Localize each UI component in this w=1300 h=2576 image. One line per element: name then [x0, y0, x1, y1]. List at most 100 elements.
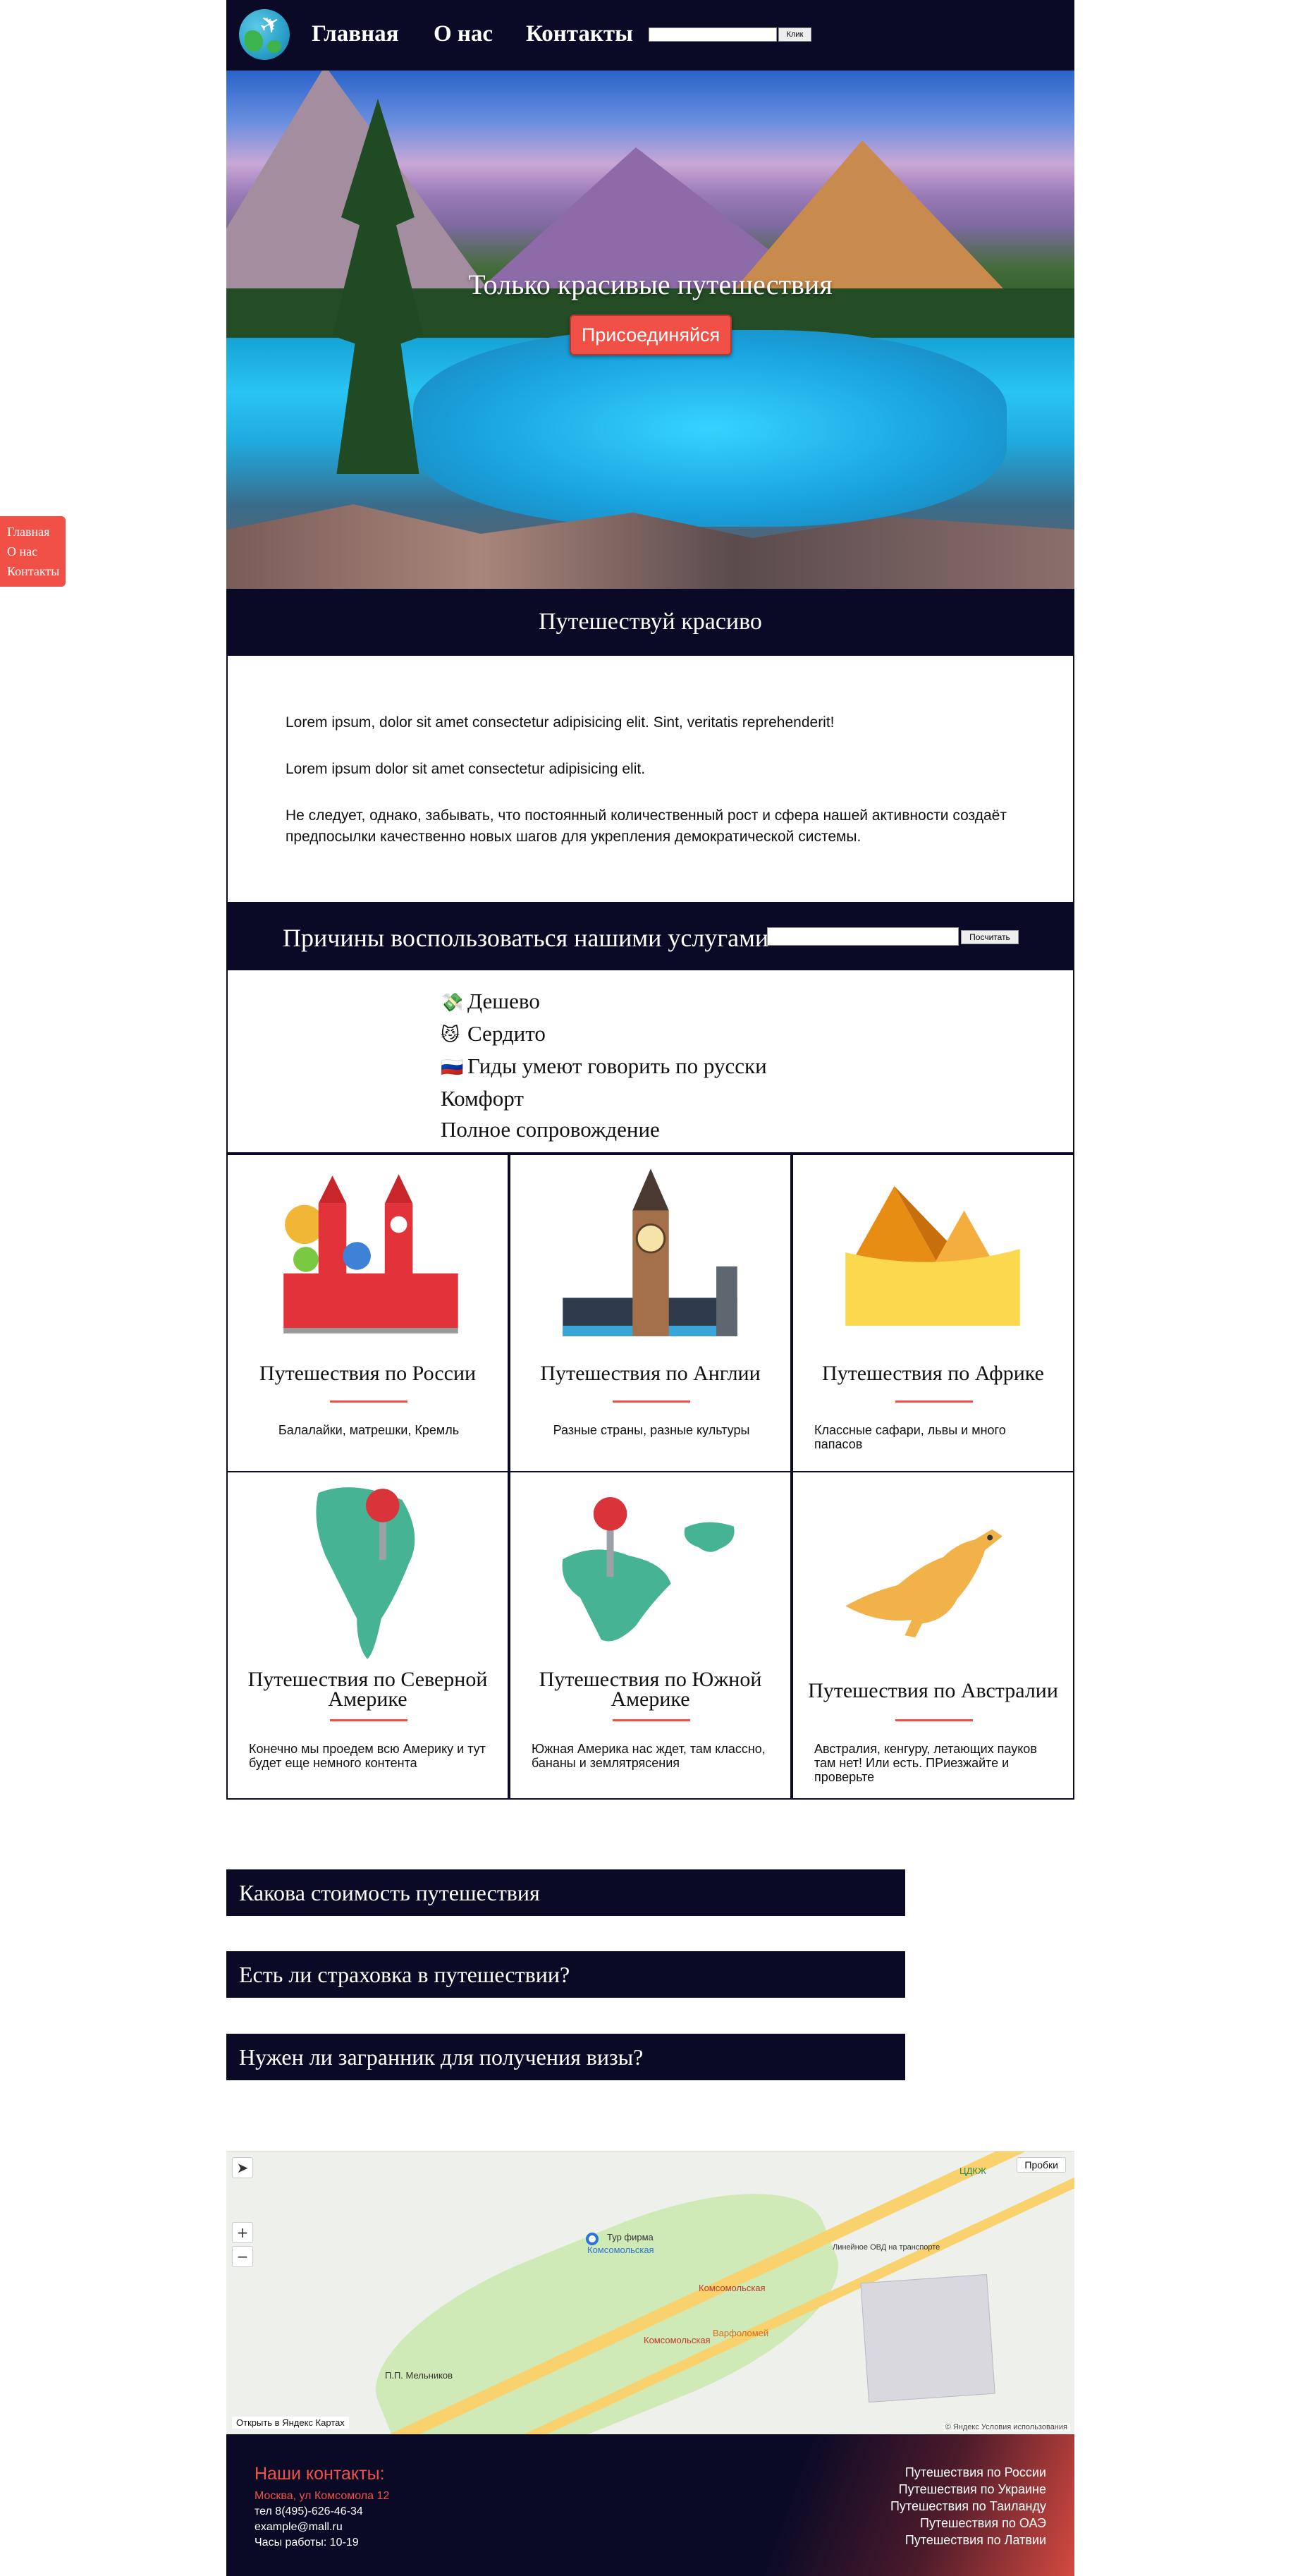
- card-north-america[interactable]: Путешествия по Северной Америке Конечно …: [226, 1471, 509, 1800]
- card-divider: [330, 1400, 407, 1403]
- card-divider: [330, 1719, 407, 1721]
- footer-contacts: Наши контакты: Москва, ул Комсомола 12 т…: [255, 2464, 389, 2551]
- card-title: Путешествия по Северной Америке: [247, 1668, 488, 1711]
- side-menu-home[interactable]: Главная: [7, 522, 59, 542]
- faq-item[interactable]: Какова стоимость путешествия: [226, 1869, 905, 1916]
- reason-label: Сердито: [467, 1021, 546, 1046]
- card-title: Путешествия по России: [259, 1362, 477, 1385]
- traffic-button[interactable]: Пробки: [1017, 2157, 1066, 2173]
- join-button[interactable]: Присоединяйся: [570, 315, 732, 355]
- about-paragraph: Не следует, однако, забывать, что постоя…: [286, 807, 1007, 845]
- about-paragraph: Lorem ipsum dolor sit amet consectetur a…: [286, 761, 646, 777]
- card-description: Австралия, кенгуру, летающих пауков там …: [814, 1742, 1037, 1784]
- reasons-list-box: 💸 Дешево 😼 Сердито 🇷🇺 Гиды умеют говорить п…: [226, 969, 1074, 1154]
- card-description: Балалайки, матрешки, Кремль: [278, 1423, 460, 1437]
- count-input[interactable]: [767, 927, 959, 946]
- russia-flag-icon: 🇷🇺: [441, 1057, 464, 1078]
- about-text-box: Lorem ipsum, dolor sit amet consectetur …: [226, 654, 1074, 903]
- logo-land: [245, 30, 263, 51]
- footer-links: Путешествия по России Путешествия по Укр…: [890, 2464, 1046, 2548]
- reasons-title: Причины воспользоваться нашими услугами: [283, 924, 769, 952]
- reason-label: Дешево: [467, 989, 540, 1013]
- nav-home[interactable]: Главная: [312, 21, 398, 47]
- locate-icon[interactable]: ➤: [232, 2157, 253, 2178]
- faq-item[interactable]: Есть ли страховка в путешествии?: [226, 1951, 905, 1998]
- search-button[interactable]: Клик: [778, 28, 811, 42]
- card-africa[interactable]: Путешествия по Африке Классные сафари, л…: [792, 1154, 1074, 1472]
- hero-title: Только красивые путешествия: [468, 269, 833, 300]
- card-divider: [613, 1400, 690, 1403]
- footer-link[interactable]: Путешествия по Латвии: [890, 2532, 1046, 2548]
- south-america-map-icon: [316, 1487, 415, 1659]
- card-england[interactable]: Путешествия по Англии Разные страны, раз…: [509, 1154, 792, 1472]
- map-pin-icon[interactable]: [586, 2233, 599, 2245]
- card-title: Путешествия по Англии: [540, 1362, 761, 1385]
- card-description: Разные страны, разные культуры: [553, 1423, 750, 1437]
- footer-link[interactable]: Путешествия по России: [890, 2464, 1046, 2481]
- faq-item[interactable]: Нужен ли загранник для получения визы?: [226, 2034, 905, 2080]
- open-in-yandex-link[interactable]: Открыть в Яндекс Картах: [232, 2417, 349, 2429]
- kangaroo-icon: [845, 1529, 1003, 1638]
- map-poi-label: Варфоломей: [713, 2328, 769, 2338]
- card-divider: [613, 1719, 690, 1721]
- hero-lake: [412, 329, 1007, 527]
- side-menu-about[interactable]: О нас: [7, 542, 59, 561]
- card-divider: [895, 1719, 973, 1721]
- reason-item: 😼 Сердито: [441, 1018, 767, 1051]
- search-input[interactable]: [649, 28, 777, 42]
- side-menu-contacts[interactable]: Контакты: [7, 561, 59, 581]
- footer-hours: Часы работы: 10-19: [255, 2537, 359, 2548]
- about-title: Путешествуй красиво: [226, 589, 1074, 654]
- footer-link[interactable]: Путешествия по ОАЭ: [890, 2515, 1046, 2532]
- card-title: Путешествия по Южной Америке: [539, 1668, 762, 1711]
- footer-link[interactable]: Путешествия по Таиланду: [890, 2498, 1046, 2515]
- top-header: ✈ Главная О нас Контакты Клик: [226, 0, 1074, 71]
- hero-mountain: [735, 140, 1003, 288]
- count-button[interactable]: Посчитать: [961, 930, 1019, 944]
- logo-land: [267, 40, 281, 53]
- map-poi-label: П.П. Мельников: [385, 2370, 453, 2381]
- reason-item: 🇷🇺 Гиды умеют говорить по русски: [441, 1051, 767, 1083]
- reason-label: Гиды умеют говорить по русски: [467, 1054, 767, 1078]
- footer-link[interactable]: Путешествия по Украине: [890, 2481, 1046, 2498]
- card-australia[interactable]: Путешествия по Австралии Австралия, кенг…: [792, 1471, 1074, 1800]
- zoom-in-button[interactable]: +: [232, 2222, 253, 2243]
- map-poi-label: Линейное ОВД на транспорте: [833, 2243, 940, 2252]
- pyramids-icon: [845, 1185, 1020, 1326]
- globe-logo-icon[interactable]: ✈: [239, 9, 290, 60]
- card-title: Путешествия по Африке: [822, 1362, 1044, 1385]
- card-description: Классные сафари, львы и много папасов: [814, 1423, 1006, 1451]
- map-place-label: Комсомольская: [587, 2245, 654, 2255]
- reason-label: Комфорт: [441, 1086, 524, 1111]
- nav-contacts[interactable]: Контакты: [526, 21, 633, 47]
- card-description: Конечно мы проедем всю Америку и тут буд…: [249, 1742, 486, 1770]
- map-park: [350, 2153, 864, 2434]
- map-copyright[interactable]: © Яндекс Условия использования: [942, 2423, 1070, 2431]
- side-menu: Главная О нас Контакты: [0, 516, 66, 587]
- big-ben-icon: [563, 1168, 737, 1336]
- card-divider: [895, 1400, 973, 1403]
- card-south-america[interactable]: Путешествия по Южной Америке Южная Амери…: [509, 1471, 792, 1800]
- zoom-out-button[interactable]: −: [232, 2246, 253, 2267]
- reason-item: 💸 Дешево: [441, 986, 767, 1018]
- about-paragraph: Lorem ipsum, dolor sit amet consectetur …: [286, 714, 835, 731]
- reason-item: Полное сопровождение: [441, 1114, 767, 1145]
- hero-banner: Только красивые путешествия Присоединяйс…: [226, 71, 1074, 589]
- map-building: [860, 2273, 995, 2403]
- footer-address: Москва, ул Комсомола 12: [255, 2490, 390, 2502]
- footer-email[interactable]: example@mall.ru: [255, 2520, 389, 2535]
- card-description: Южная Америка нас ждет, там классно, бан…: [532, 1742, 766, 1770]
- kremlin-icon: [283, 1174, 458, 1333]
- nav-about[interactable]: О нас: [434, 21, 493, 47]
- yandex-map[interactable]: Тур фирма Комсомольская Комсомольская Ко…: [226, 2151, 1074, 2434]
- map-poi-label: ЦДКЖ: [959, 2166, 986, 2176]
- reason-item: Комфорт: [441, 1083, 767, 1114]
- map-metro-label: Комсомольская: [644, 2335, 711, 2345]
- cat-icon: 😼: [441, 1025, 460, 1046]
- footer: Наши контакты: Москва, ул Комсомола 12 т…: [226, 2434, 1074, 2576]
- map-place-label: Тур фирма: [607, 2232, 654, 2242]
- destinations-grid: Путешествия по России Балалайки, матрешк…: [226, 1154, 1074, 1800]
- card-russia[interactable]: Путешествия по России Балалайки, матрешк…: [226, 1154, 509, 1472]
- map-metro-label: Комсомольская: [699, 2283, 766, 2293]
- reason-label: Полное сопровождение: [441, 1117, 660, 1142]
